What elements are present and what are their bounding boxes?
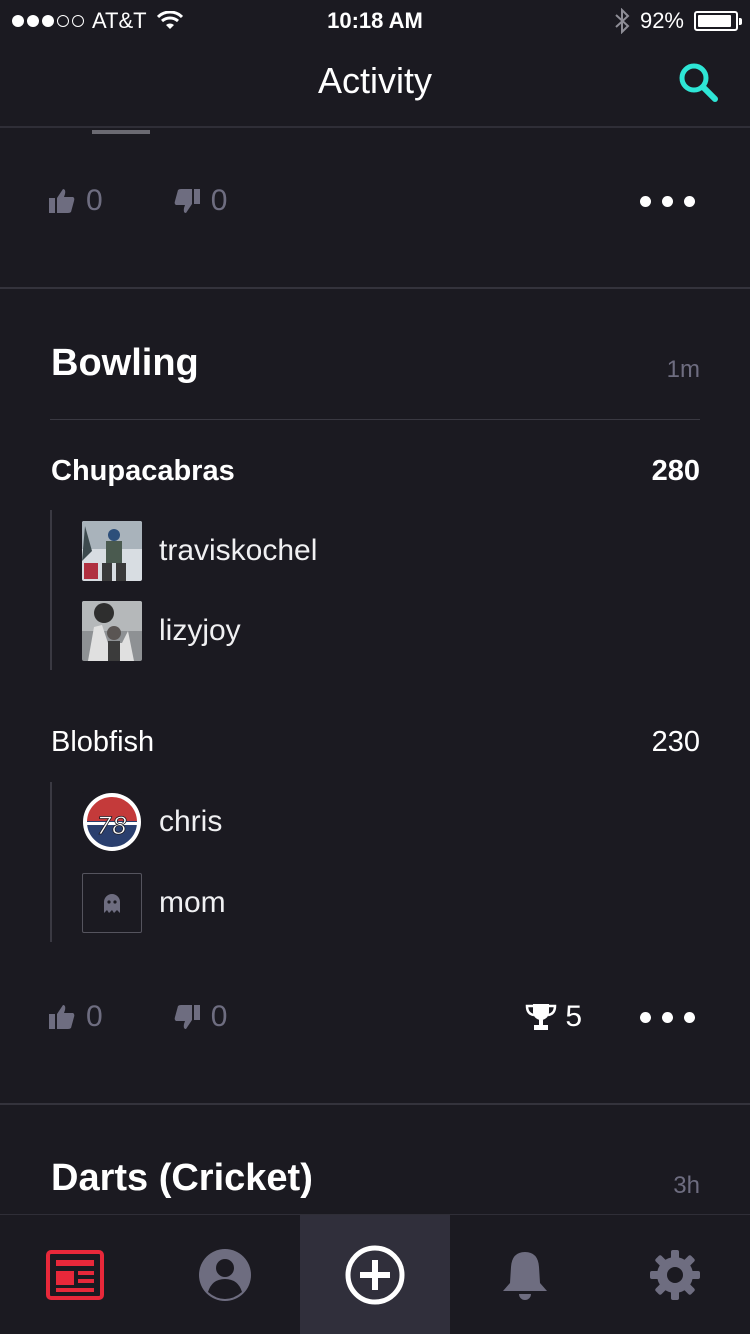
more-options-button[interactable] [640, 195, 695, 207]
like-count: 0 [86, 1000, 103, 1033]
battery-icon [694, 11, 742, 31]
tab-bar [0, 1214, 750, 1334]
player-row[interactable]: 78 chris [82, 792, 222, 852]
player-row[interactable]: lizyjoy [82, 601, 241, 661]
card-divider [0, 1103, 750, 1105]
activity-feed[interactable]: 0 0 Bowling 1m Chupacabras 280 traviskoc… [0, 130, 750, 1214]
like-button[interactable]: 0 [48, 184, 103, 218]
team-roster-line [50, 510, 52, 670]
team-score-winner: 280 [651, 455, 700, 487]
add-game-icon [345, 1245, 405, 1305]
tab-add-game[interactable] [300, 1215, 450, 1334]
thumbs-down-icon [174, 1005, 200, 1029]
dislike-count: 0 [210, 1000, 228, 1033]
team-name-winner: Chupacabras [51, 455, 235, 487]
tab-profile[interactable] [150, 1215, 300, 1334]
more-options-button[interactable] [640, 1011, 695, 1023]
card-title-bowling: Bowling [51, 342, 199, 384]
battery-percent: 92% [639, 8, 684, 33]
profile-icon [199, 1249, 251, 1301]
trophy-count: 5 [565, 1000, 582, 1033]
ghost-icon [104, 894, 120, 913]
bluetooth-icon [615, 8, 630, 34]
thumbs-up-icon [49, 189, 75, 213]
card-actions: 0 0 5 [48, 997, 695, 1037]
player-row[interactable]: traviskochel [82, 521, 317, 581]
battery-level-fill [698, 15, 732, 27]
player-name: traviskochel [159, 534, 318, 567]
player-name: chris [159, 805, 223, 838]
avatar [82, 873, 142, 933]
dislike-count: 0 [210, 184, 228, 217]
thumbs-up-icon [49, 1005, 75, 1029]
tab-settings[interactable] [600, 1215, 750, 1334]
like-button[interactable]: 0 [48, 1000, 103, 1034]
status-right: 92% [614, 8, 742, 34]
card-title-darts: Darts (Cricket) [51, 1157, 313, 1199]
avatar [82, 601, 142, 661]
page-title: Activity [317, 60, 432, 101]
tab-notifications[interactable] [450, 1215, 600, 1334]
tab-feed[interactable] [0, 1215, 150, 1334]
card-timestamp: 3h [673, 1172, 700, 1199]
status-bar: AT&T 10:18 AM 92% [0, 0, 750, 40]
trophy-button[interactable]: 5 [525, 1000, 582, 1034]
team-roster-line [50, 782, 52, 942]
like-count: 0 [86, 184, 103, 217]
dislike-button[interactable]: 0 [173, 184, 228, 218]
avatar: 78 [82, 792, 142, 852]
card-timestamp: 1m [666, 356, 700, 383]
top-card-actions: 0 0 [48, 181, 695, 221]
news-feed-icon [46, 1250, 104, 1300]
thumbs-down-icon [174, 189, 200, 213]
trophy-icon [526, 1004, 557, 1030]
player-name: lizyjoy [159, 614, 241, 647]
partial-avatar [92, 130, 150, 134]
nav-bar: Activity [0, 40, 750, 128]
player-name: mom [159, 886, 226, 919]
svg-text:78: 78 [97, 812, 128, 840]
dislike-button[interactable]: 0 [173, 1000, 228, 1034]
settings-gear-icon [650, 1250, 700, 1300]
player-row[interactable]: mom [82, 873, 226, 933]
team-name: Blobfish [51, 726, 155, 758]
notifications-bell-icon [503, 1252, 547, 1300]
card-inner-divider [50, 419, 700, 420]
avatar [82, 521, 142, 581]
card-divider [0, 287, 750, 289]
team-score: 230 [651, 726, 700, 758]
search-icon[interactable] [676, 60, 720, 104]
